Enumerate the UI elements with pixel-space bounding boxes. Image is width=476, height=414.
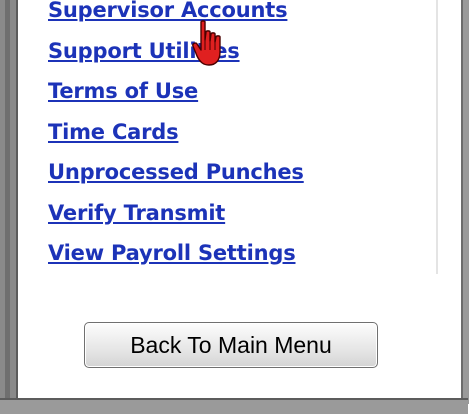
menu-panel: Supervisor Accounts Support Utilities Te…	[0, 0, 476, 414]
panel-left-border-inner	[5, 0, 10, 404]
panel-left-border	[0, 0, 18, 404]
menu-link-item: Support Utilities	[48, 31, 304, 72]
back-to-main-menu-button[interactable]: Back To Main Menu	[84, 322, 378, 368]
time-cards-link[interactable]: Time Cards	[48, 120, 179, 144]
terms-of-use-link[interactable]: Terms of Use	[48, 79, 198, 103]
menu-link-item: View Payroll Settings	[48, 233, 304, 274]
menu-link-item: Verify Transmit	[48, 193, 304, 234]
menu-link-item: Time Cards	[48, 112, 304, 153]
menu-link-list: Supervisor Accounts Support Utilities Te…	[48, 0, 304, 274]
menu-link-item: Supervisor Accounts	[48, 0, 304, 31]
verify-transmit-link[interactable]: Verify Transmit	[48, 201, 225, 225]
hand-pointer-icon	[192, 20, 221, 66]
unprocessed-punches-link[interactable]: Unprocessed Punches	[48, 160, 304, 184]
panel-inner-divider	[436, 0, 438, 274]
menu-link-item: Unprocessed Punches	[48, 152, 304, 193]
panel-right-border	[461, 0, 469, 404]
panel-bottom-border	[0, 398, 468, 414]
view-payroll-settings-link[interactable]: View Payroll Settings	[48, 241, 296, 265]
supervisor-accounts-link[interactable]: Supervisor Accounts	[48, 0, 288, 22]
menu-link-item: Terms of Use	[48, 71, 304, 112]
